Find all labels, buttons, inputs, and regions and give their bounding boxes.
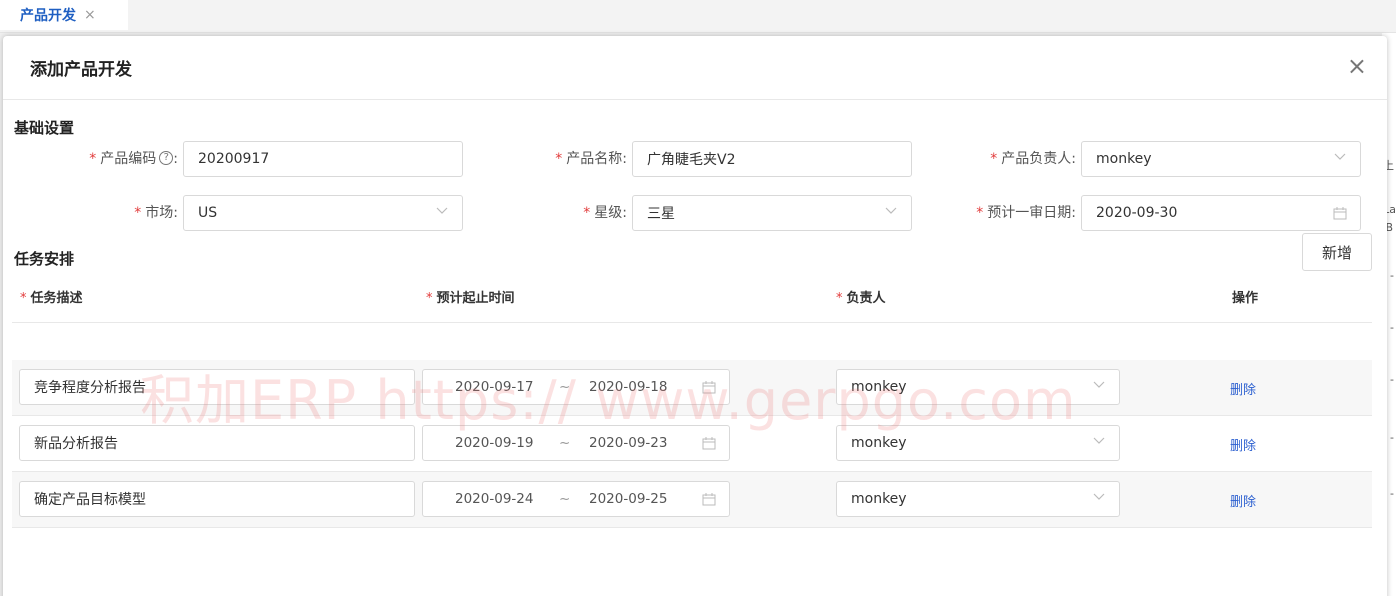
assignee-select[interactable]: monkey bbox=[836, 481, 1120, 517]
range-separator: ~ bbox=[559, 435, 571, 451]
table-row: 竞争程度分析报告 2020-09-17 ~ 2020-09-18 monkey … bbox=[12, 360, 1372, 416]
column-header-period: * 预计起止时间 bbox=[426, 291, 515, 306]
range-start: 2020-09-24 bbox=[455, 491, 534, 507]
range-end: 2020-09-18 bbox=[589, 379, 668, 395]
first-review-date-picker[interactable]: 2020-09-30 bbox=[1081, 195, 1361, 231]
table-row: 确定产品目标模型 2020-09-24 ~ 2020-09-25 monkey … bbox=[12, 472, 1372, 528]
column-header-description: * 任务描述 bbox=[20, 291, 83, 306]
calendar-icon bbox=[1333, 207, 1347, 220]
task-date-range-picker[interactable]: 2020-09-17 ~ 2020-09-18 bbox=[422, 369, 730, 405]
background-text: - bbox=[1390, 321, 1394, 334]
chevron-down-icon bbox=[1334, 153, 1346, 160]
task-arrangement-title: 任务安排 bbox=[14, 250, 75, 268]
calendar-icon bbox=[702, 437, 716, 450]
owner-label: * 产品负责人: bbox=[990, 151, 1076, 167]
task-date-range-picker[interactable]: 2020-09-24 ~ 2020-09-25 bbox=[422, 481, 730, 517]
chevron-down-icon bbox=[436, 207, 448, 214]
product-code-input[interactable]: 20200917 bbox=[183, 141, 463, 177]
range-start: 2020-09-19 bbox=[455, 435, 534, 451]
background-text: - bbox=[1390, 373, 1394, 386]
column-header-actions: 操作 bbox=[1232, 291, 1259, 306]
star-level-select[interactable]: 三星 bbox=[632, 195, 912, 231]
tab-close-icon[interactable]: × bbox=[84, 7, 96, 23]
assignee-select[interactable]: monkey bbox=[836, 369, 1120, 405]
add-task-button[interactable]: 新增 bbox=[1302, 233, 1372, 271]
background-text: - bbox=[1390, 269, 1394, 282]
range-separator: ~ bbox=[559, 379, 571, 395]
market-label: * 市场: bbox=[134, 205, 178, 221]
close-icon[interactable]: × bbox=[1347, 54, 1367, 78]
range-end: 2020-09-23 bbox=[589, 435, 668, 451]
tab-product-development[interactable]: 产品开发 × bbox=[0, 0, 128, 30]
assignee-select[interactable]: monkey bbox=[836, 425, 1120, 461]
range-end: 2020-09-25 bbox=[589, 491, 668, 507]
background-text: - bbox=[1390, 487, 1394, 500]
product-name-input[interactable]: 广角睫毛夹V2 bbox=[632, 141, 912, 177]
calendar-icon bbox=[702, 493, 716, 506]
background-text: - bbox=[1390, 431, 1394, 444]
owner-select[interactable]: monkey bbox=[1081, 141, 1361, 177]
product-name-label: * 产品名称: bbox=[555, 151, 627, 167]
market-select[interactable]: US bbox=[183, 195, 463, 231]
delete-task-link[interactable]: 删除 bbox=[1230, 491, 1256, 510]
chevron-down-icon bbox=[1093, 381, 1105, 388]
delete-task-link[interactable]: 删除 bbox=[1230, 379, 1256, 398]
range-start: 2020-09-17 bbox=[455, 379, 534, 395]
basic-settings-title: 基础设置 bbox=[14, 119, 75, 137]
product-code-label: * 产品编码?: bbox=[89, 151, 178, 167]
column-header-assignee: * 负责人 bbox=[836, 291, 886, 306]
tab-label: 产品开发 bbox=[20, 8, 76, 24]
tab-bar: 产品开发 × bbox=[0, 0, 1396, 33]
chevron-down-icon bbox=[1093, 493, 1105, 500]
table-header-divider bbox=[12, 322, 1372, 323]
task-description-input[interactable]: 竞争程度分析报告 bbox=[19, 369, 415, 405]
task-date-range-picker[interactable]: 2020-09-19 ~ 2020-09-23 bbox=[422, 425, 730, 461]
delete-task-link[interactable]: 删除 bbox=[1230, 435, 1256, 454]
task-description-input[interactable]: 新品分析报告 bbox=[19, 425, 415, 461]
help-icon[interactable]: ? bbox=[159, 151, 174, 165]
chevron-down-icon bbox=[885, 207, 897, 214]
table-row: 新品分析报告 2020-09-19 ~ 2020-09-23 monkey 删除 bbox=[12, 416, 1372, 472]
task-description-input[interactable]: 确定产品目标模型 bbox=[19, 481, 415, 517]
star-level-label: * 星级: bbox=[583, 205, 627, 221]
first-review-date-label: * 预计一审日期: bbox=[976, 205, 1076, 221]
range-separator: ~ bbox=[559, 491, 571, 507]
chevron-down-icon bbox=[1093, 437, 1105, 444]
modal-title: 添加产品开发 bbox=[30, 60, 132, 80]
calendar-icon bbox=[702, 381, 716, 394]
modal-header: 添加产品开发 × bbox=[3, 36, 1387, 100]
